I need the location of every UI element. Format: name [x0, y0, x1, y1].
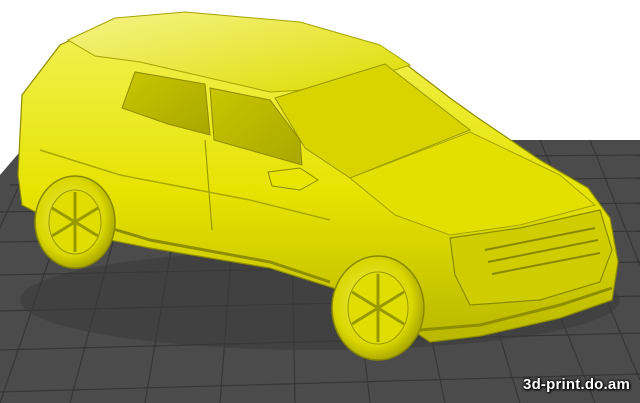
rear-wheel — [34, 175, 116, 269]
front-wheel — [331, 255, 425, 361]
watermark-text: 3d-print.do.am — [523, 376, 630, 393]
3d-viewport[interactable]: 3d-print.do.am — [0, 0, 640, 403]
car-model[interactable] — [17, 11, 620, 361]
scene-canvas — [0, 11, 640, 403]
